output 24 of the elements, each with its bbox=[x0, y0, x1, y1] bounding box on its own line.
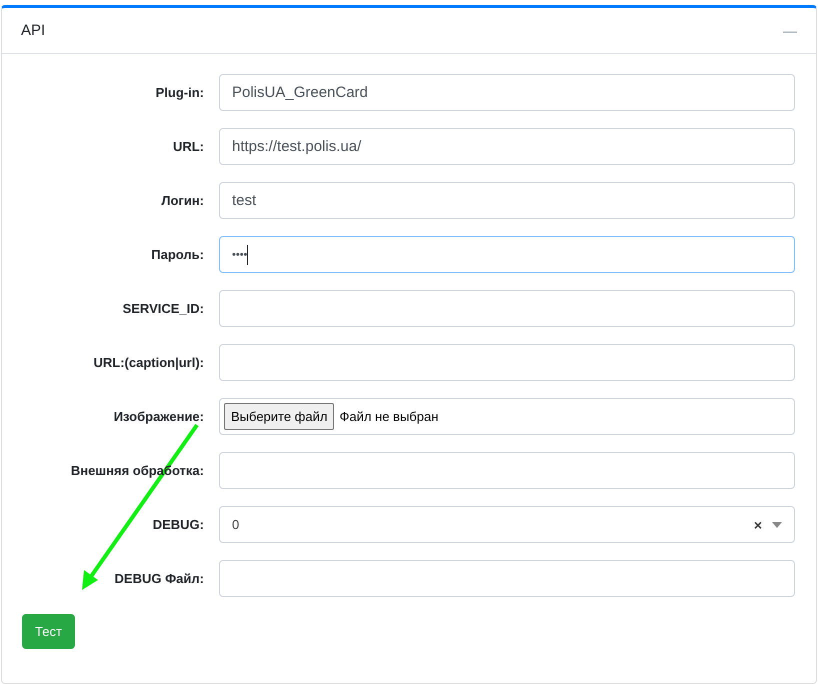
panel-title: API bbox=[21, 22, 46, 39]
field-label: Plug-in: bbox=[154, 85, 204, 100]
clear-button[interactable]: × bbox=[754, 516, 762, 532]
input-field[interactable]: PolisUA_GreenCard bbox=[219, 74, 795, 111]
input-field[interactable] bbox=[219, 560, 795, 597]
field-label: URL: bbox=[172, 139, 204, 154]
file-field[interactable]: Выберите файл Файл не выбран bbox=[219, 398, 795, 435]
field-label: DEBUG: bbox=[152, 517, 204, 532]
choose-file-button[interactable]: Выберите файл bbox=[224, 403, 334, 430]
field-label: SERVICE_ID: bbox=[122, 301, 204, 316]
file-status: Файл не выбран bbox=[339, 409, 438, 424]
field-label: Пароль: bbox=[150, 247, 204, 262]
dropdown-caret-icon[interactable] bbox=[772, 522, 782, 528]
input-field[interactable]: https://test.polis.ua/ bbox=[219, 128, 795, 165]
input-field[interactable]: test bbox=[219, 182, 795, 219]
select-field[interactable]: 0 × bbox=[219, 506, 795, 543]
field-label: Изображение: bbox=[112, 409, 204, 424]
input-field[interactable]: •••• bbox=[219, 236, 795, 273]
input-field[interactable] bbox=[219, 344, 795, 381]
field-label: Логин: bbox=[160, 193, 204, 208]
field-label: URL:(caption|url): bbox=[92, 355, 204, 370]
field-label: DEBUG Файл: bbox=[114, 571, 204, 586]
input-field[interactable] bbox=[219, 290, 795, 327]
input-field[interactable] bbox=[219, 452, 795, 489]
